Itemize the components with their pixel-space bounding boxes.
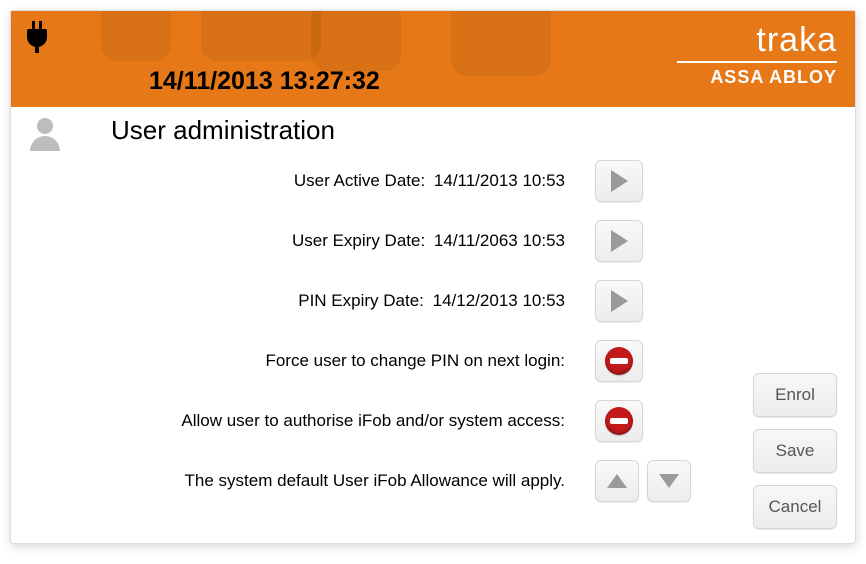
row-expiry-date: User Expiry Date: 14/11/2063 10:53 [51, 220, 765, 262]
brand-subtitle: ASSA ABLOY [677, 67, 837, 88]
allowance-down-button[interactable] [647, 460, 691, 502]
chevron-right-icon [611, 170, 628, 192]
content-area: User administration User Active Date: 14… [11, 107, 855, 530]
force-pin-label: Force user to change PIN on next login: [51, 351, 575, 371]
header-bar: 14/11/2013 13:27:32 traka ASSA ABLOY [11, 11, 855, 107]
row-pin-expiry: PIN Expiry Date: 14/12/2013 10:53 [51, 280, 765, 322]
save-button[interactable]: Save [753, 429, 837, 473]
form-rows: User Active Date: 14/11/2013 10:53 User … [41, 160, 765, 502]
authorise-toggle[interactable] [595, 400, 643, 442]
brand-logo: traka [677, 23, 837, 63]
prohibit-icon [605, 407, 633, 435]
page-title: User administration [41, 115, 335, 146]
prohibit-icon [605, 347, 633, 375]
pin-expiry-label: PIN Expiry Date: [298, 291, 424, 310]
row-authorise: Allow user to authorise iFob and/or syst… [51, 400, 765, 442]
pin-expiry-edit-button[interactable] [595, 280, 643, 322]
row-force-pin: Force user to change PIN on next login: [51, 340, 765, 382]
chevron-up-icon [607, 474, 627, 488]
side-action-buttons: Enrol Save Cancel [753, 373, 837, 529]
chevron-right-icon [611, 230, 628, 252]
expiry-date-value: 14/11/2063 10:53 [434, 231, 565, 250]
active-date-edit-button[interactable] [595, 160, 643, 202]
chevron-right-icon [611, 290, 628, 312]
power-plug-icon [25, 21, 51, 58]
expiry-date-edit-button[interactable] [595, 220, 643, 262]
expiry-date-label: User Expiry Date: [292, 231, 425, 250]
active-date-value: 14/11/2013 10:53 [434, 171, 565, 190]
allowance-up-button[interactable] [595, 460, 639, 502]
header-datetime: 14/11/2013 13:27:32 [149, 67, 380, 96]
row-allowance: The system default User iFob Allowance w… [51, 460, 765, 502]
row-active-date: User Active Date: 14/11/2013 10:53 [51, 160, 765, 202]
chevron-down-icon [659, 474, 679, 488]
allowance-label: The system default User iFob Allowance w… [51, 471, 575, 491]
window: 14/11/2013 13:27:32 traka ASSA ABLOY Use… [10, 10, 856, 544]
enrol-button[interactable]: Enrol [753, 373, 837, 417]
authorise-label: Allow user to authorise iFob and/or syst… [51, 411, 575, 431]
cancel-button[interactable]: Cancel [753, 485, 837, 529]
user-icon [25, 113, 65, 158]
active-date-label: User Active Date: [294, 171, 425, 190]
force-pin-toggle[interactable] [595, 340, 643, 382]
pin-expiry-value: 14/12/2013 10:53 [433, 291, 565, 310]
brand-block: traka ASSA ABLOY [677, 23, 837, 88]
